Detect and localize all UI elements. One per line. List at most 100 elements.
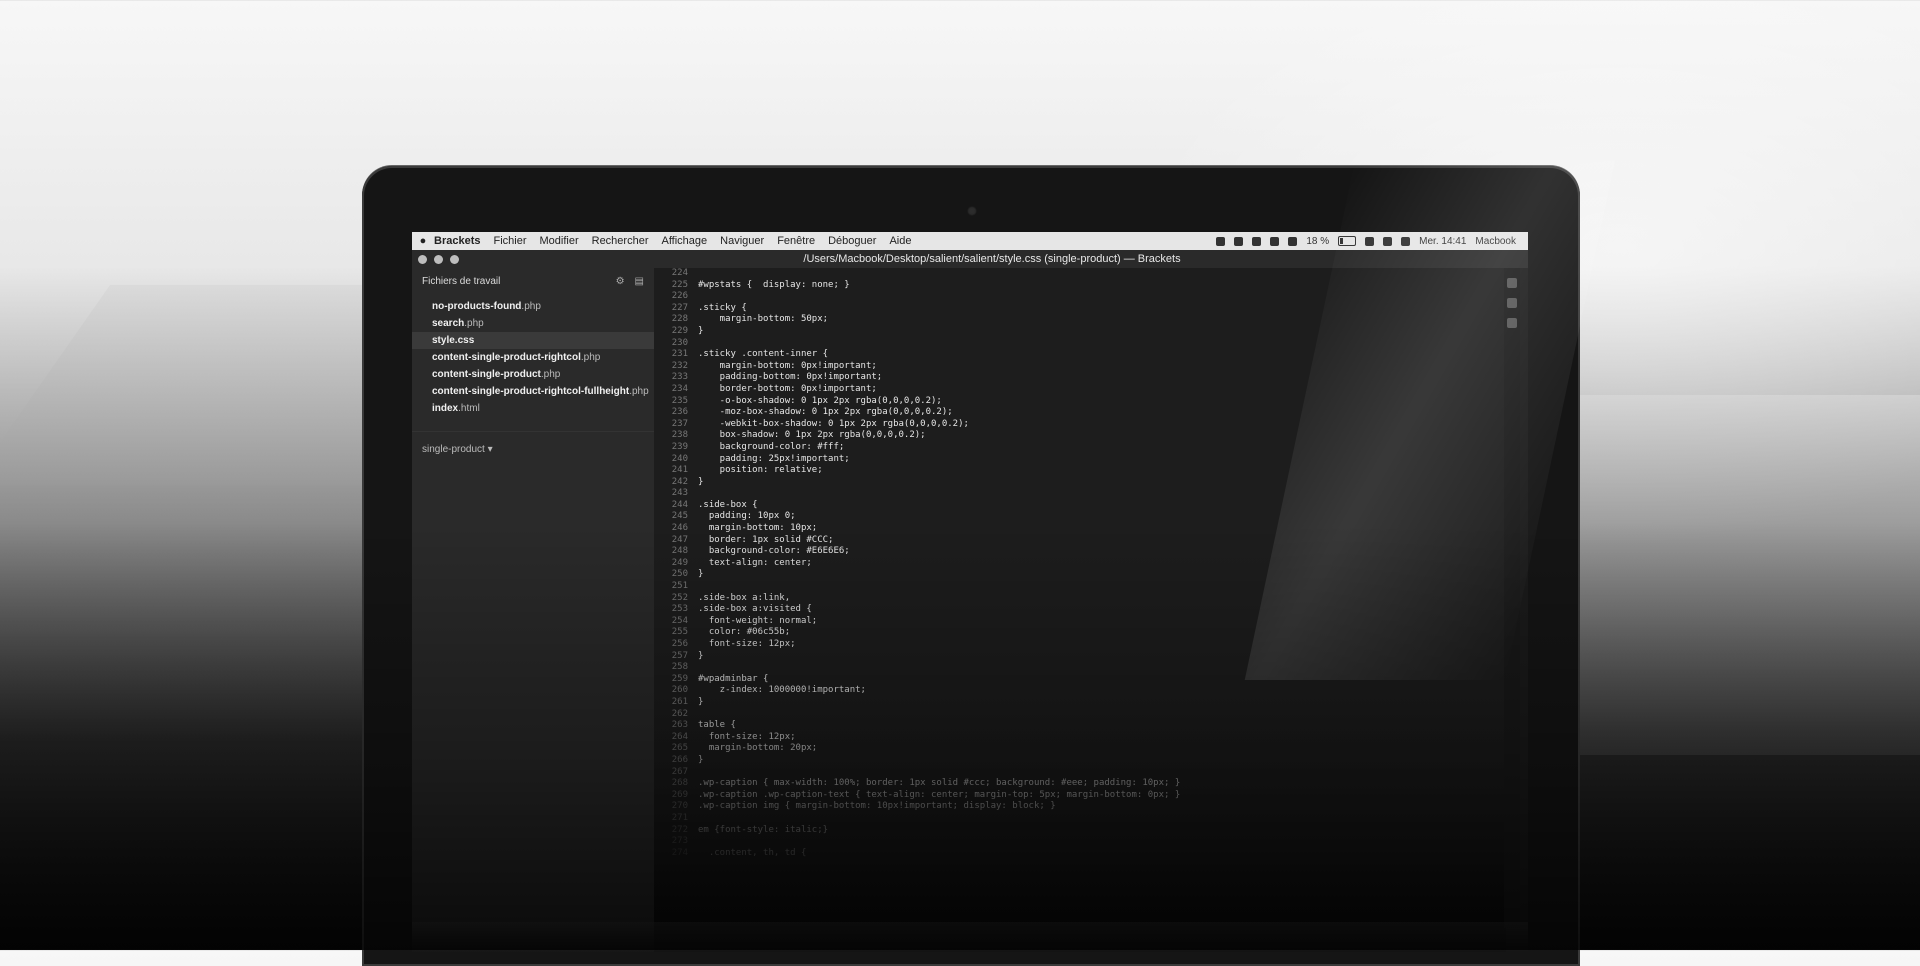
code-text: margin-bottom: 10px; xyxy=(698,523,818,534)
line-number: 253 xyxy=(671,604,688,615)
line-number: 236 xyxy=(671,407,688,418)
code-text: box-shadow: 0 1px 2px rgba(0,0,0,0.2); xyxy=(698,430,926,441)
volume-icon[interactable] xyxy=(1365,236,1375,246)
laptop-lid: ● Brackets Fichier Modifier Rechercher A… xyxy=(362,166,1580,966)
menu-fichier[interactable]: Fichier xyxy=(493,235,526,247)
code-line: 237 -webkit-box-shadow: 0 1px 2px rgba(0… xyxy=(654,419,1506,431)
file-extension: .php xyxy=(521,301,541,312)
code-line: 231 .sticky .content-inner { xyxy=(654,349,1506,361)
menu-rechercher[interactable]: Rechercher xyxy=(592,235,649,247)
laptop-screen: ● Brackets Fichier Modifier Rechercher A… xyxy=(412,232,1528,952)
minimize-button[interactable] xyxy=(434,254,443,264)
code-line: 226 xyxy=(654,291,1506,303)
line-number: 249 xyxy=(671,557,688,568)
drive-icon[interactable] xyxy=(1252,236,1262,246)
code-text: -webkit-box-shadow: 0 1px 2px rgba(0,0,0… xyxy=(698,418,969,429)
code-line: 238 box-shadow: 0 1px 2px rgba(0,0,0,0.2… xyxy=(654,430,1506,442)
working-file-item[interactable]: content-single-product.php xyxy=(412,366,654,383)
code-text: font-weight: normal; xyxy=(698,615,818,626)
menu-naviguer[interactable]: Naviguer xyxy=(720,235,764,247)
code-line: 251 xyxy=(654,581,1506,593)
wifi-icon[interactable] xyxy=(1383,236,1393,246)
menu-brackets[interactable]: Brackets xyxy=(434,235,480,247)
code-line: 227 .sticky { xyxy=(654,303,1506,315)
code-line: 249 text-align: center; xyxy=(654,558,1506,570)
background-desk-right xyxy=(1560,395,1920,755)
layers-icon[interactable] xyxy=(1507,318,1517,328)
window-titlebar: /Users/Macbook/Desktop/salient/salient/s… xyxy=(412,250,1528,268)
code-text: padding-bottom: 0px!important; xyxy=(698,372,883,383)
line-number: 227 xyxy=(671,302,688,313)
code-text: } xyxy=(698,696,704,707)
line-number: 261 xyxy=(671,696,688,707)
live-preview-icon[interactable] xyxy=(1507,278,1517,288)
working-file-item[interactable]: search.php xyxy=(412,315,654,332)
working-file-item[interactable]: content-single-product-rightcol.php xyxy=(412,349,654,366)
dock xyxy=(412,922,1528,952)
code-line: 261} xyxy=(654,697,1506,709)
code-text: .side-box a:link, xyxy=(698,592,791,603)
file-extension: .php xyxy=(629,386,649,397)
close-button[interactable] xyxy=(418,254,427,264)
code-text: .sticky { xyxy=(698,302,747,313)
battery-icon[interactable] xyxy=(1338,236,1357,246)
code-line: 236 -moz-box-shadow: 0 1px 2px rgba(0,0,… xyxy=(654,407,1506,419)
working-file-item[interactable]: style.css xyxy=(412,332,654,349)
file-name: content-single-product xyxy=(432,369,541,380)
code-line: 260 z-index: 1000000!important; xyxy=(654,685,1506,697)
line-number: 260 xyxy=(671,685,688,696)
working-files-label: Fichiers de travail xyxy=(422,275,501,287)
line-number: 239 xyxy=(671,441,688,452)
code-text: z-index: 1000000!important; xyxy=(698,685,866,696)
menu-aide[interactable]: Aide xyxy=(889,235,911,247)
line-number: 229 xyxy=(671,325,688,336)
menu-fenetre[interactable]: Fenêtre xyxy=(777,235,815,247)
mac-menubar: ● Brackets Fichier Modifier Rechercher A… xyxy=(412,232,1528,250)
code-line: 230 xyxy=(654,338,1506,350)
dropbox-icon[interactable] xyxy=(1216,236,1226,246)
airplay-icon[interactable] xyxy=(1288,236,1298,246)
chat-icon[interactable] xyxy=(1270,236,1280,246)
window-controls xyxy=(412,254,459,264)
code-text: font-size: 12px; xyxy=(698,639,796,649)
user-name[interactable]: Macbook xyxy=(1475,236,1516,247)
code-text: } xyxy=(698,650,704,661)
code-line: 258 xyxy=(654,662,1506,674)
file-name: search xyxy=(432,318,465,329)
line-number: 237 xyxy=(671,418,688,429)
zoom-button[interactable] xyxy=(450,254,459,264)
menu-modifier[interactable]: Modifier xyxy=(540,235,579,247)
apple-icon[interactable]: ● xyxy=(412,235,434,247)
menu-deboguer[interactable]: Déboguer xyxy=(828,235,876,247)
line-number: 235 xyxy=(671,395,688,406)
project-selector[interactable]: single-product ▾ xyxy=(412,431,654,467)
working-file-item[interactable]: no-products-found.php xyxy=(412,298,654,315)
line-number: 251 xyxy=(671,581,688,592)
line-number: 254 xyxy=(671,615,688,626)
flag-icon[interactable] xyxy=(1401,236,1411,246)
working-file-item[interactable]: content-single-product-rightcol-fullheig… xyxy=(412,383,654,400)
code-text: border-bottom: 0px!important; xyxy=(698,383,877,394)
code-line: 257} xyxy=(654,651,1506,663)
line-number: 244 xyxy=(671,499,688,510)
code-line: 241 position: relative; xyxy=(654,465,1506,477)
extension-icon[interactable] xyxy=(1507,298,1517,308)
code-line: 254 font-weight: normal; xyxy=(654,616,1506,628)
code-text: padding: 10px 0; xyxy=(698,511,796,522)
clock[interactable]: Mer. 14:41 xyxy=(1419,236,1466,247)
code-editor[interactable]: 224 225 #wpstats { display: none; } 226 227.… xyxy=(654,268,1506,952)
gear-icon[interactable]: ⚙ xyxy=(616,276,625,287)
code-line: 224 xyxy=(654,268,1506,280)
line-number: 232 xyxy=(671,360,688,371)
eye-icon[interactable] xyxy=(1234,236,1244,246)
split-view-icon[interactable]: ▤ xyxy=(635,276,644,287)
code-text: -moz-box-shadow: 0 1px 2px rgba(0,0,0,0.… xyxy=(698,407,953,418)
working-file-item[interactable]: index.html xyxy=(412,400,654,417)
code-line: 250} xyxy=(654,569,1506,581)
code-text: background-color: #E6E6E6; xyxy=(698,546,850,557)
line-number: 252 xyxy=(671,592,688,603)
menu-affichage[interactable]: Affichage xyxy=(661,235,707,247)
sidebar-tools: ⚙ ▤ xyxy=(616,276,644,287)
line-number: 234 xyxy=(671,383,688,394)
code-line: 232 margin-bottom: 0px!important; xyxy=(654,361,1506,373)
